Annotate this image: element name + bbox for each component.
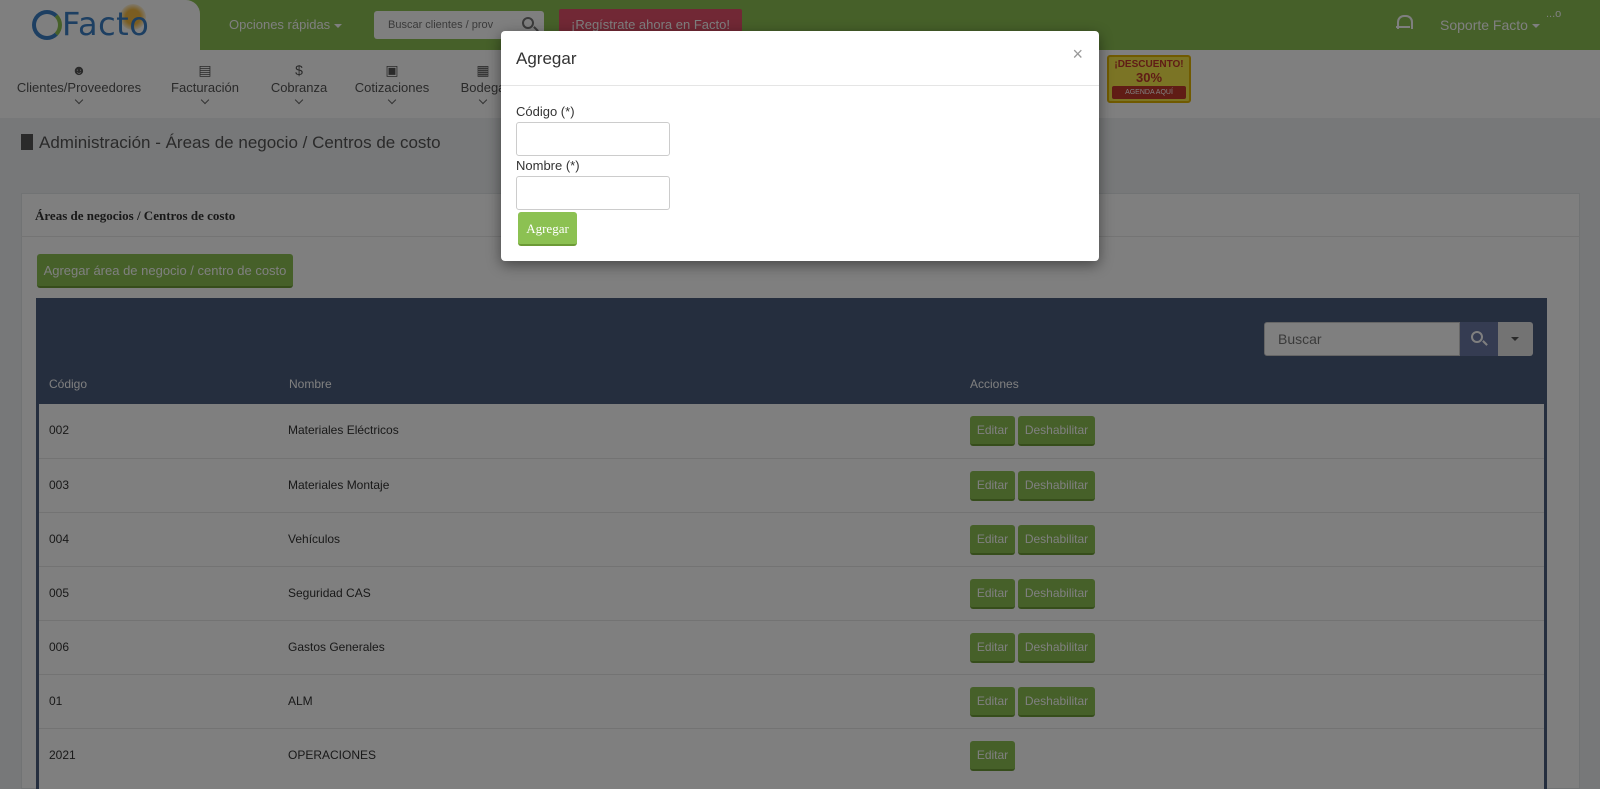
close-icon[interactable]: × bbox=[1072, 45, 1083, 63]
code-input[interactable] bbox=[517, 123, 669, 155]
code-field[interactable] bbox=[516, 122, 670, 156]
add-dialog: Agregar × Código (*) Nombre (*) Agregar bbox=[501, 31, 1099, 261]
name-input[interactable] bbox=[517, 177, 669, 209]
divider bbox=[501, 85, 1099, 86]
name-field[interactable] bbox=[516, 176, 670, 210]
submit-add-button[interactable]: Agregar bbox=[518, 212, 577, 246]
dialog-title: Agregar bbox=[516, 49, 577, 68]
code-label: Código (*) bbox=[516, 104, 575, 119]
name-label: Nombre (*) bbox=[516, 158, 580, 173]
